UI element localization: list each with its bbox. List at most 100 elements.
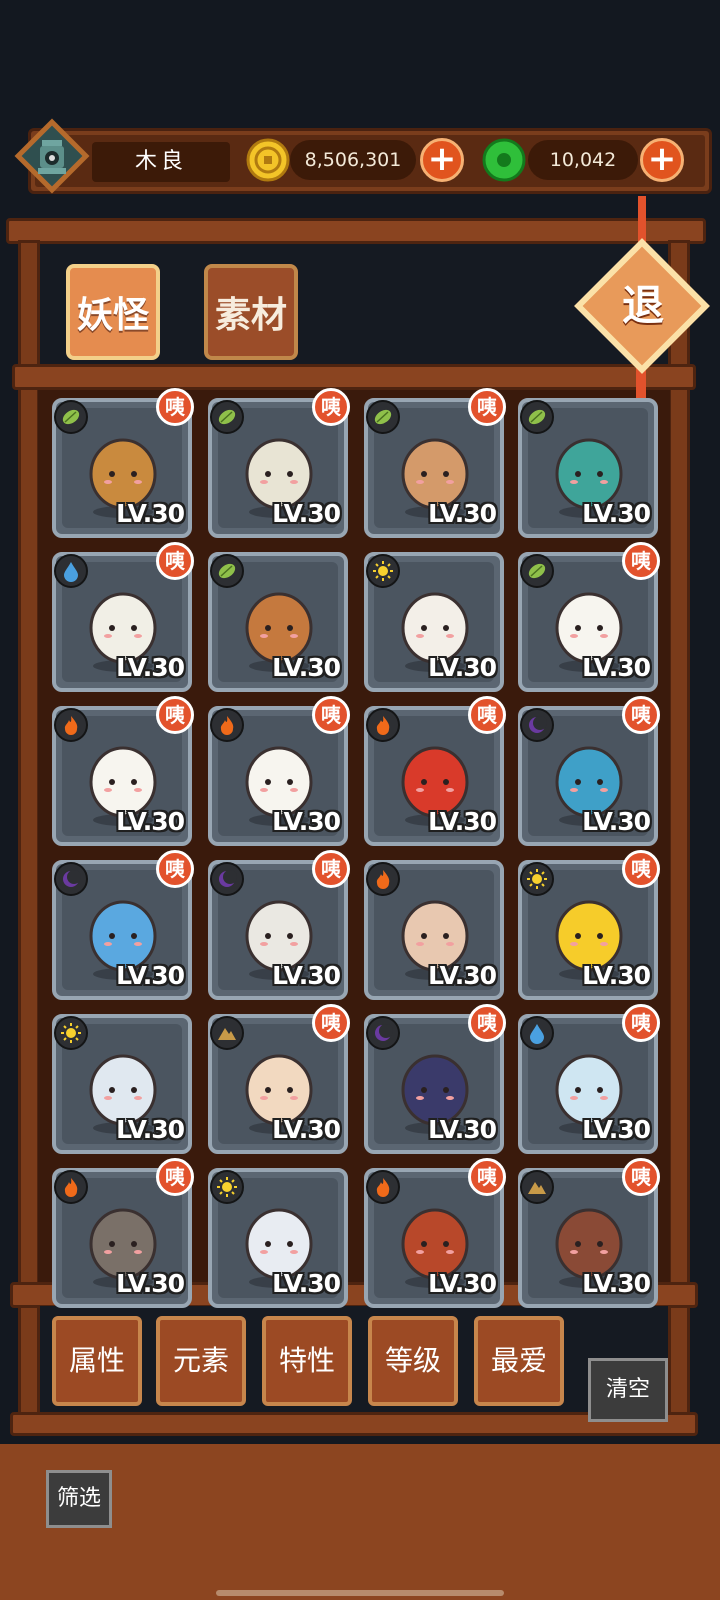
light-element-icon	[210, 1170, 244, 1204]
monster-card[interactable]: 咦 LV.30	[518, 542, 660, 692]
monster-card[interactable]: 咦 LV.30	[208, 1004, 350, 1154]
fire-element-icon	[54, 708, 88, 742]
monster-card[interactable]: 咦 LV.30	[518, 850, 660, 1000]
monster-card[interactable]: 咦 LV.30	[518, 1158, 660, 1308]
earth-element-icon	[210, 1016, 244, 1050]
add-coins-button[interactable]: +	[420, 138, 464, 182]
monster-card[interactable]: 咦 LV.30	[364, 1004, 506, 1154]
level-label: LV.30	[582, 1269, 651, 1298]
filter-trait-button[interactable]: 特性	[262, 1316, 352, 1406]
monster-card[interactable]: LV.30	[208, 1168, 348, 1308]
new-badge: 咦	[156, 542, 194, 580]
wood-element-icon	[366, 400, 400, 434]
monster-card[interactable]: 咦 LV.30	[52, 696, 194, 846]
monster-card[interactable]: LV.30	[208, 552, 348, 692]
gold-coin-icon	[246, 138, 290, 182]
new-badge: 咦	[622, 1158, 660, 1196]
level-label: LV.30	[116, 1269, 185, 1298]
player-name: 木良	[92, 142, 230, 182]
new-badge: 咦	[622, 696, 660, 734]
fire-element-icon	[210, 708, 244, 742]
frame-mid-beam	[12, 364, 696, 390]
level-label: LV.30	[272, 807, 341, 836]
monster-card[interactable]: 咦 LV.30	[518, 1004, 660, 1154]
tab-materials[interactable]: 素材	[204, 264, 298, 360]
dark-element-icon	[520, 708, 554, 742]
monster-card[interactable]: 咦 LV.30	[208, 696, 350, 846]
monster-card[interactable]: 咦 LV.30	[208, 850, 350, 1000]
monster-card[interactable]: LV.30	[52, 1014, 192, 1154]
fire-element-icon	[54, 1170, 88, 1204]
wood-element-icon	[520, 400, 554, 434]
level-label: LV.30	[428, 653, 497, 682]
frame-left-post	[18, 240, 40, 1430]
monster-card[interactable]: 咦 LV.30	[52, 388, 194, 538]
home-indicator[interactable]	[216, 1590, 504, 1596]
monster-card[interactable]: 咦 LV.30	[364, 696, 506, 846]
level-label: LV.30	[582, 807, 651, 836]
monster-card[interactable]: 咦 LV.30	[518, 696, 660, 846]
new-badge: 咦	[622, 1004, 660, 1042]
level-label: LV.30	[428, 1115, 497, 1144]
jade-icon	[482, 138, 526, 182]
new-badge: 咦	[156, 696, 194, 734]
wood-element-icon	[520, 554, 554, 588]
frame-right-post	[668, 240, 690, 1430]
jade-count: 10,042	[528, 140, 638, 180]
monster-card[interactable]: LV.30	[364, 552, 504, 692]
monster-card[interactable]: 咦 LV.30	[52, 1158, 194, 1308]
new-badge: 咦	[312, 850, 350, 888]
fire-element-icon	[366, 862, 400, 896]
filter-element-button[interactable]: 元素	[156, 1316, 246, 1406]
light-element-icon	[366, 554, 400, 588]
new-badge: 咦	[312, 388, 350, 426]
level-label: LV.30	[272, 961, 341, 990]
filter-button[interactable]: 筛选	[46, 1470, 112, 1528]
level-label: LV.30	[428, 499, 497, 528]
level-label: LV.30	[582, 499, 651, 528]
new-badge: 咦	[468, 388, 506, 426]
light-element-icon	[520, 862, 554, 896]
clear-button[interactable]: 清空	[588, 1358, 668, 1422]
level-label: LV.30	[116, 499, 185, 528]
new-badge: 咦	[622, 850, 660, 888]
level-label: LV.30	[272, 653, 341, 682]
level-label: LV.30	[582, 1115, 651, 1144]
new-badge: 咦	[156, 850, 194, 888]
wood-element-icon	[210, 554, 244, 588]
monster-card[interactable]: 咦 LV.30	[208, 388, 350, 538]
tab-monsters[interactable]: 妖怪	[66, 264, 160, 360]
wood-element-icon	[54, 400, 88, 434]
monster-card[interactable]: 咦 LV.30	[364, 1158, 506, 1308]
level-label: LV.30	[428, 961, 497, 990]
frame-top-beam	[6, 218, 706, 244]
fire-element-icon	[366, 1170, 400, 1204]
level-label: LV.30	[116, 653, 185, 682]
new-badge: 咦	[312, 696, 350, 734]
new-badge: 咦	[156, 1158, 194, 1196]
level-label: LV.30	[116, 807, 185, 836]
dark-element-icon	[366, 1016, 400, 1050]
exit-label: 退	[621, 281, 664, 330]
filter-favorite-button[interactable]: 最爱	[474, 1316, 564, 1406]
monster-card[interactable]: 咦 LV.30	[52, 542, 194, 692]
dark-element-icon	[54, 862, 88, 896]
level-label: LV.30	[272, 499, 341, 528]
monster-card[interactable]: 咦 LV.30	[364, 388, 506, 538]
water-element-icon	[520, 1016, 554, 1050]
player-avatar[interactable]	[14, 118, 90, 194]
new-badge: 咦	[156, 388, 194, 426]
filter-attribute-button[interactable]: 属性	[52, 1316, 142, 1406]
light-element-icon	[54, 1016, 88, 1050]
level-label: LV.30	[116, 1115, 185, 1144]
coin-count: 8,506,301	[290, 140, 416, 180]
level-label: LV.30	[428, 807, 497, 836]
add-jade-button[interactable]: +	[640, 138, 684, 182]
level-label: LV.30	[582, 961, 651, 990]
filter-level-button[interactable]: 等级	[368, 1316, 458, 1406]
monster-card[interactable]: LV.30	[518, 398, 658, 538]
dark-element-icon	[210, 862, 244, 896]
monster-card[interactable]: LV.30	[364, 860, 504, 1000]
monster-card[interactable]: 咦 LV.30	[52, 850, 194, 1000]
fire-element-icon	[366, 708, 400, 742]
